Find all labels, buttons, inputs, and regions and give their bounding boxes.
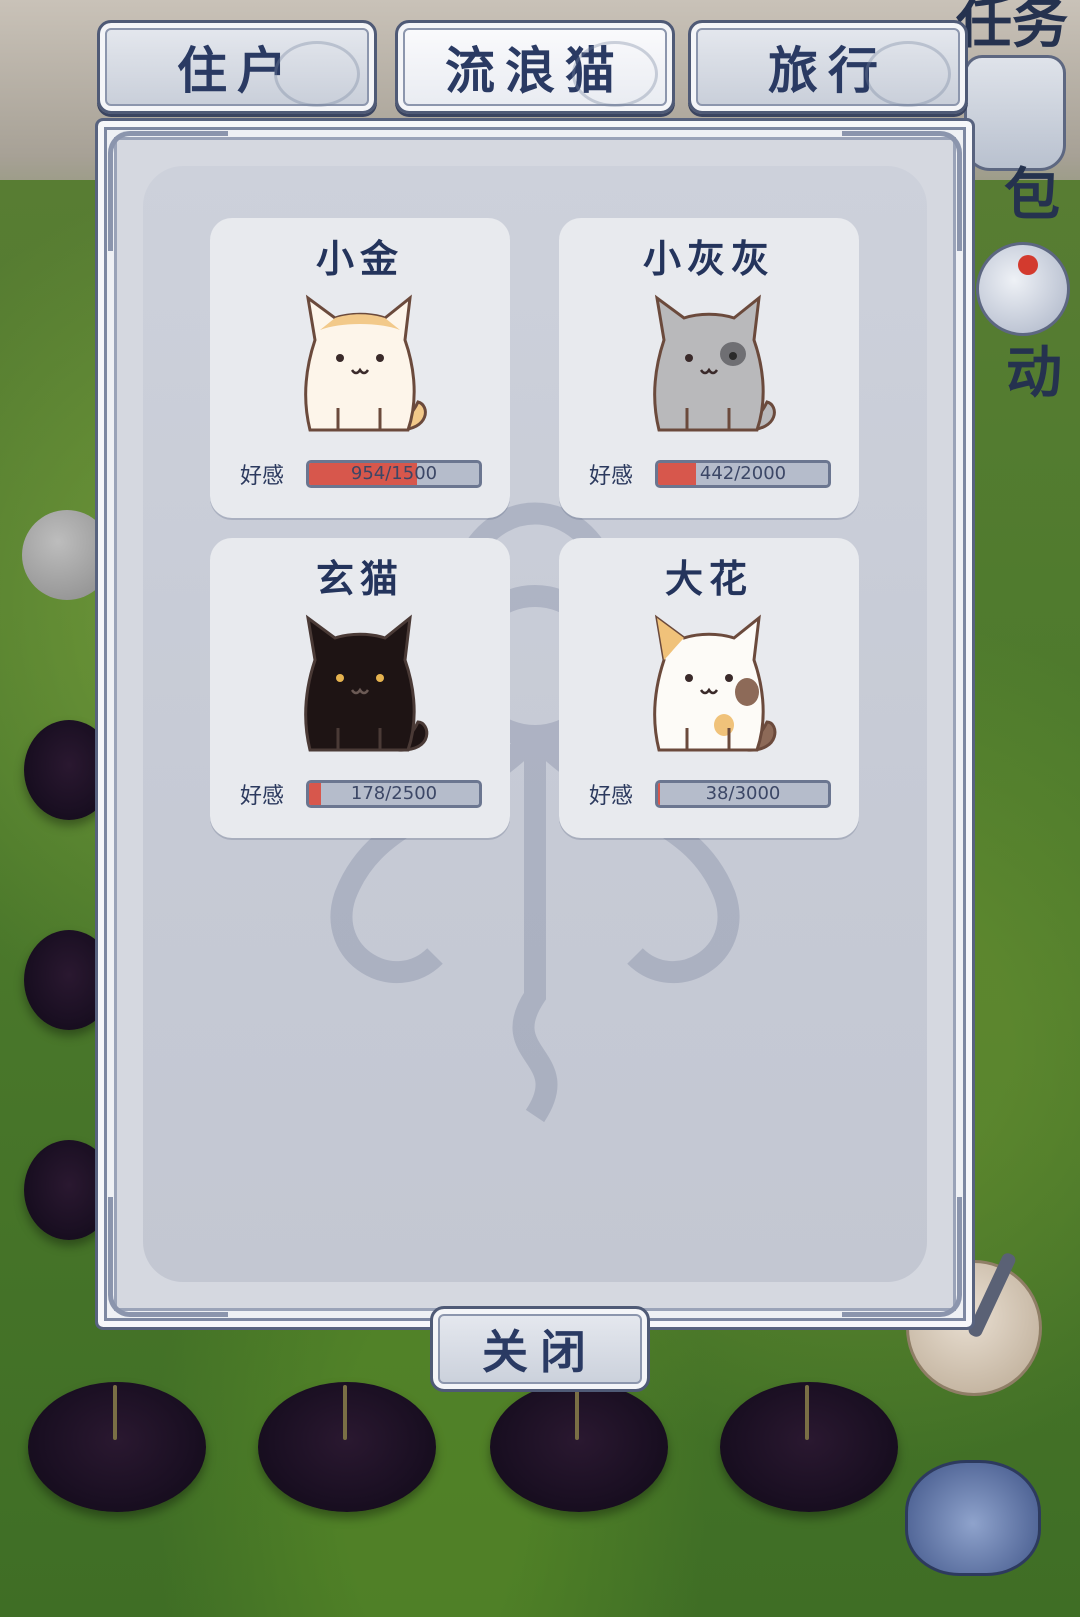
planting-hole[interactable] [258,1382,436,1512]
affection-bar: 38/3000 [655,780,831,808]
affection-label: 好感 [240,464,285,489]
sprout [113,1385,117,1440]
cat-card[interactable]: 大花 好感 38/3000 [559,538,859,838]
planting-hole[interactable] [720,1382,898,1512]
gray-cat-icon [653,294,776,432]
event-button-label[interactable]: 动 [1006,328,1062,409]
affection-value: 954/1500 [350,463,438,484]
tab-residents[interactable]: 住户 [97,20,377,114]
calico-cat-icon [653,614,777,752]
cloud-ornament-icon [274,41,360,107]
cat-name: 小灰灰 [642,236,775,281]
cat-card[interactable]: 小金 好感 954/1500 [210,218,510,518]
cat-name: 大花 [664,556,753,601]
affection-value: 442/2000 [699,463,787,484]
cloud-ornament-icon [865,41,951,107]
tab-stray-cats[interactable]: 流浪猫 [395,20,675,114]
cat-card[interactable]: 小灰灰 好感 442/2000 [559,218,859,518]
black-cat-icon [304,614,429,752]
tab-travel[interactable]: 旅行 [688,20,968,114]
affection-label: 好感 [589,784,634,809]
sprout [575,1385,579,1440]
affection-bar: 178/2500 [306,780,482,808]
cream-cat-icon [304,294,427,432]
affection-bar: 954/1500 [306,460,482,488]
sprout [805,1385,809,1440]
bag-button-label[interactable]: 包 [1004,150,1060,231]
seed-pouch-button[interactable] [905,1460,1041,1576]
stray-cat-panel: 小金 好感 954/1500 小灰灰 好感 442/2000 玄猫 好感 178… [95,118,975,1330]
affection-bar: 442/2000 [655,460,831,488]
affection-value: 178/2500 [350,783,438,804]
affection-value: 38/3000 [705,783,781,804]
notification-dot [1018,255,1038,275]
quest-button-label[interactable]: 任务 [956,0,1068,59]
close-button[interactable]: 关闭 [430,1306,650,1392]
affection-label: 好感 [240,784,285,809]
panel-content: 小金 好感 954/1500 小灰灰 好感 442/2000 玄猫 好感 178… [143,166,927,1282]
cat-name: 小金 [315,236,404,281]
cloud-ornament-icon [572,41,658,107]
sprout [343,1385,347,1440]
cat-card[interactable]: 玄猫 好感 178/2500 [210,538,510,838]
affection-label: 好感 [589,464,634,489]
planting-hole[interactable] [28,1382,206,1512]
close-button-label: 关闭 [482,1325,598,1379]
planting-hole[interactable] [490,1382,668,1512]
cat-name: 玄猫 [315,556,404,601]
